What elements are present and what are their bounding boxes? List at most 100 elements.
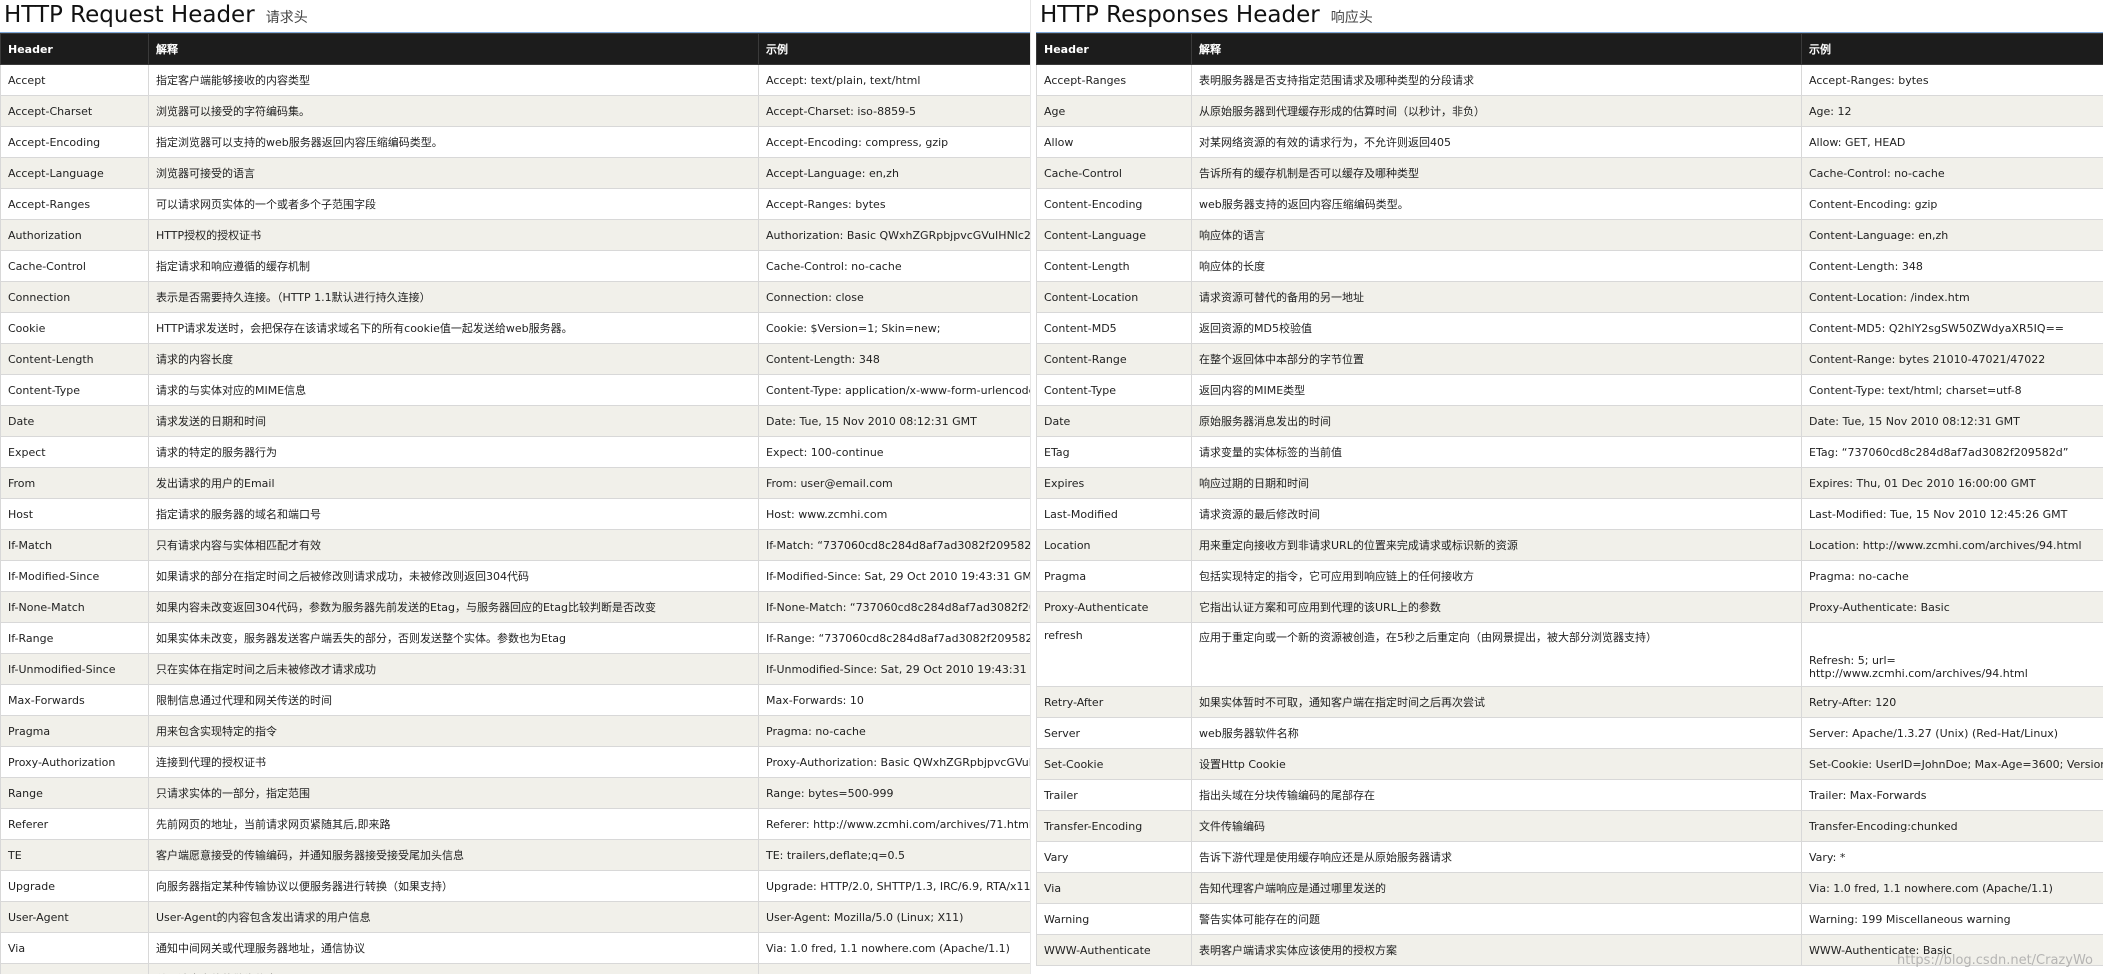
header-example-cell: If-Modified-Since: Sat, 29 Oct 2010 19:4… <box>758 560 1030 592</box>
header-name-cell: Expect <box>0 436 149 468</box>
header-example-cell: If-Match: “737060cd8c284d8af7ad3082f2095… <box>758 529 1030 561</box>
table-row: If-Range 如果实体未改变，服务器发送客户端丢失的部分，否则发送整个实体。参… <box>0 622 1030 654</box>
table-row: Max-Forwards 限制信息通过代理和网关传送的时间 Max-Forwards… <box>0 684 1030 716</box>
column-header-example: 示例 <box>1801 33 2103 65</box>
header-name-cell: Trailer <box>1036 779 1192 811</box>
header-name-cell: Via <box>0 932 149 964</box>
header-example-cell: Content-Type: text/html; charset=utf-8 <box>1801 374 2103 406</box>
header-description-cell: 从原始服务器到代理缓存形成的估算时间（以秒计，非负） <box>1191 95 1802 127</box>
header-example-cell: Via: 1.0 fred, 1.1 nowhere.com (Apache/1… <box>1801 872 2103 904</box>
header-name-cell: Content-Length <box>0 343 149 375</box>
header-name-cell: Pragma <box>0 715 149 747</box>
table-row: refresh 应用于重定向或一个新的资源被创造，在5秒之后重定向（由网景提出，被… <box>1036 622 2103 687</box>
header-example-cell: Pragma: no-cache <box>758 715 1030 747</box>
table-row: Retry-After 如果实体暂时不可取，通知客户端在指定时间之后再次尝试 Ret… <box>1036 686 2103 718</box>
table-row: If-Unmodified-Since 只在实体在指定时间之后未被修改才请求成功 I… <box>0 653 1030 685</box>
header-name-cell: Allow <box>1036 126 1192 158</box>
header-name-cell: Last-Modified <box>1036 498 1192 530</box>
table-row: From 发出请求的用户的Email From: user@email.com <box>0 467 1030 499</box>
header-name-cell: From <box>0 467 149 499</box>
table-row: Connection 表示是否需要持久连接。（HTTP 1.1默认进行持久连接） C… <box>0 281 1030 313</box>
header-name-cell: Retry-After <box>1036 686 1192 718</box>
response-header-panel: HTTP Responses Header 响应头 Header 解释 示例 A… <box>1036 0 2103 974</box>
header-example-cell: Last-Modified: Tue, 15 Nov 2010 12:45:26… <box>1801 498 2103 530</box>
header-example-cell: Content-Length: 348 <box>758 343 1030 375</box>
table-row: Trailer 指出头域在分块传输编码的尾部存在 Trailer: Max-Forw… <box>1036 779 2103 811</box>
header-name-cell: Warning <box>1036 903 1192 935</box>
response-header-table: Header 解释 示例 Accept-Ranges 表明服务器是否支持指定范围请… <box>1036 33 2103 966</box>
table-row: Accept-Ranges 表明服务器是否支持指定范围请求及哪种类型的分段请求 Ac… <box>1036 64 2103 96</box>
header-example-cell: ETag: “737060cd8c284d8af7ad3082f209582d” <box>1801 436 2103 468</box>
header-name-cell: Cookie <box>0 312 149 344</box>
table-row: Content-MD5 返回资源的MD5校验值 Content-MD5: Q2hlY… <box>1036 312 2103 344</box>
header-example-cell: Cache-Control: no-cache <box>1801 157 2103 189</box>
table-row: Cache-Control 告诉所有的缓存机制是否可以缓存及哪种类型 Cache-C… <box>1036 157 2103 189</box>
table-row: Authorization HTTP授权的授权证书 Authorization: B… <box>0 219 1030 251</box>
header-name-cell: Accept-Encoding <box>0 126 149 158</box>
header-description-cell: 请求资源的最后修改时间 <box>1191 498 1802 530</box>
header-example-cell: Allow: GET, HEAD <box>1801 126 2103 158</box>
header-description-cell: 指定浏览器可以支持的web服务器返回内容压缩编码类型。 <box>148 126 759 158</box>
header-name-cell: If-Range <box>0 622 149 654</box>
table-row: Expires 响应过期的日期和时间 Expires: Thu, 01 Dec 20… <box>1036 467 2103 499</box>
column-header-name: Header <box>1036 33 1192 65</box>
table-row: Accept-Ranges 可以请求网页实体的一个或者多个子范围字段 Accept-… <box>0 188 1030 220</box>
table-row: User-Agent User-Agent的内容包含发出请求的用户信息 User-A… <box>0 901 1030 933</box>
header-example-cell: Retry-After: 120 <box>1801 686 2103 718</box>
request-header-panel: HTTP Request Header 请求头 Header 解释 示例 Acc… <box>0 0 1030 974</box>
header-name-cell: Upgrade <box>0 870 149 902</box>
header-description-cell: 关于消息实体的警告信息 <box>148 963 759 974</box>
table-row: Location 用来重定向接收方到非请求URL的位置来完成请求或标识新的资源 Lo… <box>1036 529 2103 561</box>
header-description-cell: 通知中间网关或代理服务器地址，通信协议 <box>148 932 759 964</box>
header-example-cell: Content-Language: en,zh <box>1801 219 2103 251</box>
table-header-row: Header 解释 示例 <box>0 33 1030 65</box>
header-name-cell: Age <box>1036 95 1192 127</box>
table-row: TE 客户端愿意接受的传输编码，并通知服务器接受接受尾加头信息 TE: traile… <box>0 839 1030 871</box>
header-name-cell: Accept-Language <box>0 157 149 189</box>
table-row: Set-Cookie 设置Http Cookie Set-Cookie: UserI… <box>1036 748 2103 780</box>
table-row: ETag 请求变量的实体标签的当前值 ETag: “737060cd8c284d8a… <box>1036 436 2103 468</box>
header-name-cell: TE <box>0 839 149 871</box>
header-example-cell: Trailer: Max-Forwards <box>1801 779 2103 811</box>
table-row: Warning关于消息实体的警告信息Warn: 199 Miscellaneou… <box>0 963 1030 974</box>
table-row: Content-Language 响应体的语言 Content-Language: … <box>1036 219 2103 251</box>
header-name-cell: refresh <box>1036 622 1192 687</box>
table-row: Referer 先前网页的地址，当前请求网页紧随其后,即来路 Referer: ht… <box>0 808 1030 840</box>
header-description-cell: 浏览器可接受的语言 <box>148 157 759 189</box>
header-description-cell: 设置Http Cookie <box>1191 748 1802 780</box>
header-description-cell: 用来包含实现特定的指令 <box>148 715 759 747</box>
table-row: Upgrade 向服务器指定某种传输协议以便服务器进行转换（如果支持） Upgrad… <box>0 870 1030 902</box>
header-example-cell: Host: www.zcmhi.com <box>758 498 1030 530</box>
header-name-cell: If-Match <box>0 529 149 561</box>
table-row: Date 原始服务器消息发出的时间 Date: Tue, 15 Nov 2010 0… <box>1036 405 2103 437</box>
header-example-cell: Content-Type: application/x-www-form-url… <box>758 374 1030 406</box>
table-row: Via 通知中间网关或代理服务器地址，通信协议 Via: 1.0 fred, 1.1… <box>0 932 1030 964</box>
header-description-cell: 应用于重定向或一个新的资源被创造，在5秒之后重定向（由网景提出，被大部分浏览器支… <box>1191 622 1802 687</box>
header-description-cell: 请求发送的日期和时间 <box>148 405 759 437</box>
table-row: Warning 警告实体可能存在的问题 Warning: 199 Miscellan… <box>1036 903 2103 935</box>
header-example-cell: Warn: 199 Miscellaneous warning <box>758 963 1030 974</box>
header-example-cell: Accept-Language: en,zh <box>758 157 1030 189</box>
header-description-cell: 只在实体在指定时间之后未被修改才请求成功 <box>148 653 759 685</box>
table-row: Via 告知代理客户端响应是通过哪里发送的 Via: 1.0 fred, 1.1 n… <box>1036 872 2103 904</box>
header-example-cell: Content-Location: /index.htm <box>1801 281 2103 313</box>
header-example-cell: Max-Forwards: 10 <box>758 684 1030 716</box>
header-example-cell: If-Range: “737060cd8c284d8af7ad3082f2095… <box>758 622 1030 654</box>
header-name-cell: User-Agent <box>0 901 149 933</box>
header-description-cell: 如果请求的部分在指定时间之后被修改则请求成功，未被修改则返回304代码 <box>148 560 759 592</box>
header-description-cell: 文件传输编码 <box>1191 810 1802 842</box>
table-row: Pragma 用来包含实现特定的指令 Pragma: no-cache <box>0 715 1030 747</box>
header-example-cell: Connection: close <box>758 281 1030 313</box>
header-example-cell: Content-Length: 348 <box>1801 250 2103 282</box>
header-description-cell: 客户端愿意接受的传输编码，并通知服务器接受接受尾加头信息 <box>148 839 759 871</box>
header-name-cell: Transfer-Encoding <box>1036 810 1192 842</box>
table-row: If-None-Match 如果内容未改变返回304代码，参数为服务器先前发送的E… <box>0 591 1030 623</box>
table-row: Last-Modified 请求资源的最后修改时间 Last-Modified: T… <box>1036 498 2103 530</box>
table-row: Cache-Control 指定请求和响应遵循的缓存机制 Cache-Control… <box>0 250 1030 282</box>
header-description-cell: 响应体的语言 <box>1191 219 1802 251</box>
table-row: Allow 对某网络资源的有效的请求行为，不允许则返回405 Allow: GET,… <box>1036 126 2103 158</box>
table-row: Content-Type 返回内容的MIME类型 Content-Type: tex… <box>1036 374 2103 406</box>
header-description-cell: 只有请求内容与实体相匹配才有效 <box>148 529 759 561</box>
header-description-cell: 发出请求的用户的Email <box>148 467 759 499</box>
header-name-cell: Proxy-Authorization <box>0 746 149 778</box>
